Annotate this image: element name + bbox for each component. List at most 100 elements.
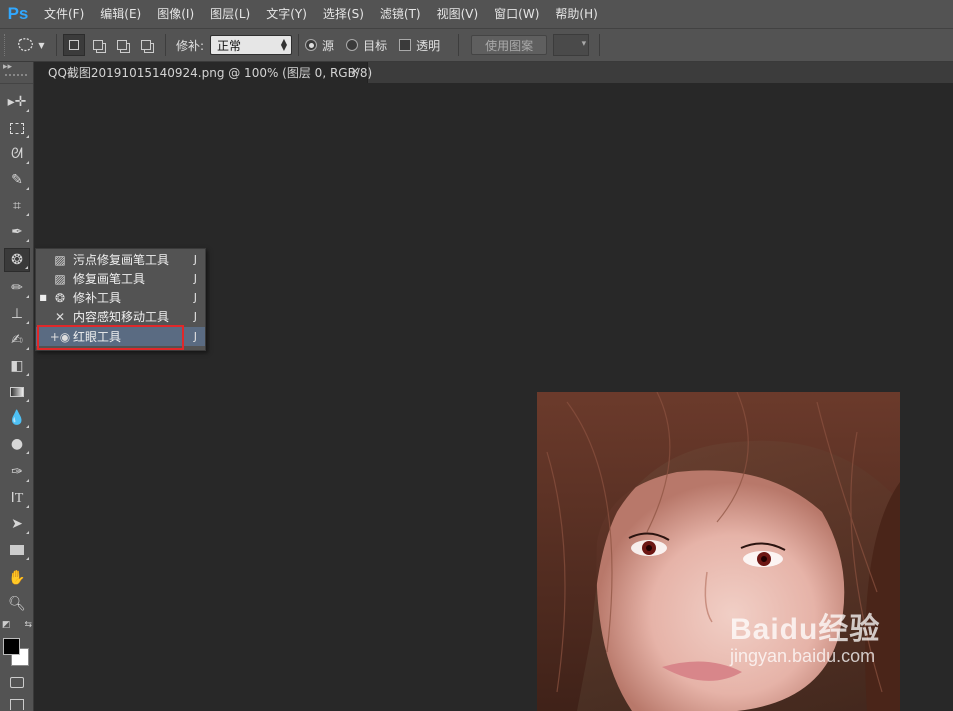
menu-select[interactable]: 选择(S) xyxy=(315,0,372,28)
crop-tool[interactable]: ⌗ xyxy=(4,194,30,218)
use-pattern-button[interactable]: 使用图案 xyxy=(471,35,548,55)
flyout-item-label: 污点修复画笔工具 xyxy=(73,253,170,267)
quick-selection-tool[interactable]: ✎ xyxy=(4,168,30,192)
patch-mode-select[interactable]: 正常 ▲ ▼ xyxy=(210,35,293,55)
options-bar: ▼ 修补: 正常 ▲ ▼ 源 目标 透明 使用图案 xyxy=(0,28,953,62)
clone-stamp-tool[interactable]: ⊥ xyxy=(4,302,30,326)
menu-filter[interactable]: 滤镜(T) xyxy=(372,0,429,28)
default-colors-icon[interactable]: ◩ xyxy=(2,620,11,630)
flyout-item-label: 红眼工具 xyxy=(73,330,122,344)
tool-preset-picker[interactable]: ▼ xyxy=(12,33,50,57)
menu-type[interactable]: 文字(Y) xyxy=(258,0,315,28)
baidu-watermark: Baidu经验 jingyan.baidu.com xyxy=(730,604,880,667)
path-selection-tool[interactable]: ➤ xyxy=(4,512,30,536)
screen-mode-icon xyxy=(10,699,24,710)
subtract-selection-button[interactable] xyxy=(111,34,133,56)
dodge-tool[interactable]: ● xyxy=(4,432,30,456)
screen-mode-button[interactable] xyxy=(4,694,30,710)
flyout-shortcut: J xyxy=(193,330,197,343)
flyout-shortcut: J xyxy=(193,253,197,266)
tools-panel-header[interactable]: ▸▸ xyxy=(0,62,33,84)
healing-tools-flyout: ▨ 污点修复画笔工具 J ▨ 修复画笔工具 J ■ ❂ 修补工具 J ✕ 内容感… xyxy=(35,248,206,351)
gradient-icon xyxy=(10,387,24,397)
active-marker: ■ xyxy=(39,293,47,302)
radio-target[interactable]: 目标 xyxy=(346,37,387,54)
zoom-tool[interactable]: 🔍︎ xyxy=(4,592,30,616)
document-tab[interactable]: QQ截图20191015140924.png @ 100% (图层 0, RGB… xyxy=(35,62,372,83)
panel-grip[interactable] xyxy=(5,74,27,76)
flyout-item-red-eye[interactable]: +◉ 红眼工具 J xyxy=(36,327,205,346)
app-logo: Ps xyxy=(7,4,29,23)
flyout-item-healing-brush[interactable]: ▨ 修复画笔工具 J xyxy=(36,269,205,288)
hand-tool[interactable]: ✋ xyxy=(4,566,30,590)
brush-tool[interactable]: ✏ xyxy=(4,276,30,300)
eyedropper-tool[interactable]: ✒ xyxy=(4,220,30,244)
patch-mode-label: 修补: xyxy=(176,38,205,53)
flyout-item-content-aware-move[interactable]: ✕ 内容感知移动工具 J xyxy=(36,307,205,326)
transparent-checkbox-box[interactable] xyxy=(399,39,412,51)
new-selection-icon xyxy=(69,40,79,50)
radio-source-label: 源 xyxy=(322,38,335,53)
new-selection-button[interactable] xyxy=(63,34,85,56)
options-grip[interactable] xyxy=(4,34,12,56)
subtract-selection-icon xyxy=(117,40,127,50)
radio-source[interactable]: 源 xyxy=(305,37,334,54)
quick-selection-icon: ✎ xyxy=(11,172,23,188)
move-tool[interactable]: ▸✛ xyxy=(4,90,30,114)
shape-tool[interactable] xyxy=(4,538,30,562)
menu-view[interactable]: 视图(V) xyxy=(429,0,487,28)
type-icon: ⅠT xyxy=(10,490,24,506)
brush-icon: ✏ xyxy=(11,280,23,296)
foreground-color-swatch[interactable] xyxy=(3,638,20,655)
swap-colors-icon[interactable]: ⇆ xyxy=(24,620,32,630)
pen-icon: ✑ xyxy=(11,464,23,480)
marquee-tool[interactable] xyxy=(4,116,30,140)
radio-target-dot[interactable] xyxy=(346,39,359,51)
content-aware-move-icon: ✕ xyxy=(54,309,66,324)
chevron-down-icon: ▼ xyxy=(38,40,45,50)
divider xyxy=(56,34,57,56)
flyout-shortcut: J xyxy=(193,272,197,285)
menu-window[interactable]: 窗口(W) xyxy=(486,0,547,28)
document-tab-strip: QQ截图20191015140924.png @ 100% (图层 0, RGB… xyxy=(35,62,953,83)
menu-file[interactable]: 文件(F) xyxy=(36,0,92,28)
divider xyxy=(458,34,460,56)
expand-panel-icon[interactable]: ▸▸ xyxy=(3,62,12,72)
radio-source-dot[interactable] xyxy=(305,39,318,51)
add-selection-button[interactable] xyxy=(87,34,109,56)
menu-layer[interactable]: 图层(L) xyxy=(202,0,258,28)
flyout-item-label: 修复画笔工具 xyxy=(73,272,146,286)
flyout-item-spot-healing[interactable]: ▨ 污点修复画笔工具 J xyxy=(36,250,205,269)
menu-help[interactable]: 帮助(H) xyxy=(547,0,605,28)
flyout-shortcut: J xyxy=(193,291,197,304)
menu-items: 文件(F) 编辑(E) 图像(I) 图层(L) 文字(Y) 选择(S) 滤镜(T… xyxy=(36,0,606,28)
menu-edit[interactable]: 编辑(E) xyxy=(92,0,149,28)
add-selection-icon xyxy=(93,40,103,50)
patch-tool[interactable]: ❂ xyxy=(4,248,30,272)
type-tool[interactable]: ⅠT xyxy=(4,486,30,510)
quick-mask-button[interactable] xyxy=(4,670,30,694)
watermark-url: jingyan.baidu.com xyxy=(730,646,876,666)
gradient-tool[interactable] xyxy=(4,380,30,404)
patch-icon: ❂ xyxy=(11,252,23,268)
pen-tool[interactable]: ✑ xyxy=(4,460,30,484)
lasso-tool[interactable]: ᘛ xyxy=(4,142,30,166)
patch-icon: ❂ xyxy=(54,290,66,305)
lasso-icon: ᘛ xyxy=(11,146,23,162)
menu-image[interactable]: 图像(I) xyxy=(149,0,202,28)
pattern-picker[interactable] xyxy=(553,34,590,56)
radio-target-label: 目标 xyxy=(363,38,388,53)
history-brush-tool[interactable]: ✍ xyxy=(4,328,30,352)
intersect-selection-button[interactable] xyxy=(135,34,157,56)
red-eye-icon: +◉ xyxy=(49,329,71,344)
flyout-item-patch[interactable]: ■ ❂ 修补工具 J xyxy=(36,288,205,307)
close-icon[interactable]: × xyxy=(350,64,360,78)
quick-mask-icon xyxy=(10,676,24,688)
blur-tool[interactable]: 💧 xyxy=(4,406,30,430)
history-brush-icon: ✍ xyxy=(11,332,23,348)
eraser-tool[interactable]: ◧ xyxy=(4,354,30,378)
flyout-item-label: 内容感知移动工具 xyxy=(73,310,170,324)
transparent-checkbox[interactable]: 透明 xyxy=(399,37,440,54)
document-tab-title: QQ截图20191015140924.png @ 100% (图层 0, RGB… xyxy=(48,66,373,80)
eyedropper-icon: ✒ xyxy=(11,224,23,240)
